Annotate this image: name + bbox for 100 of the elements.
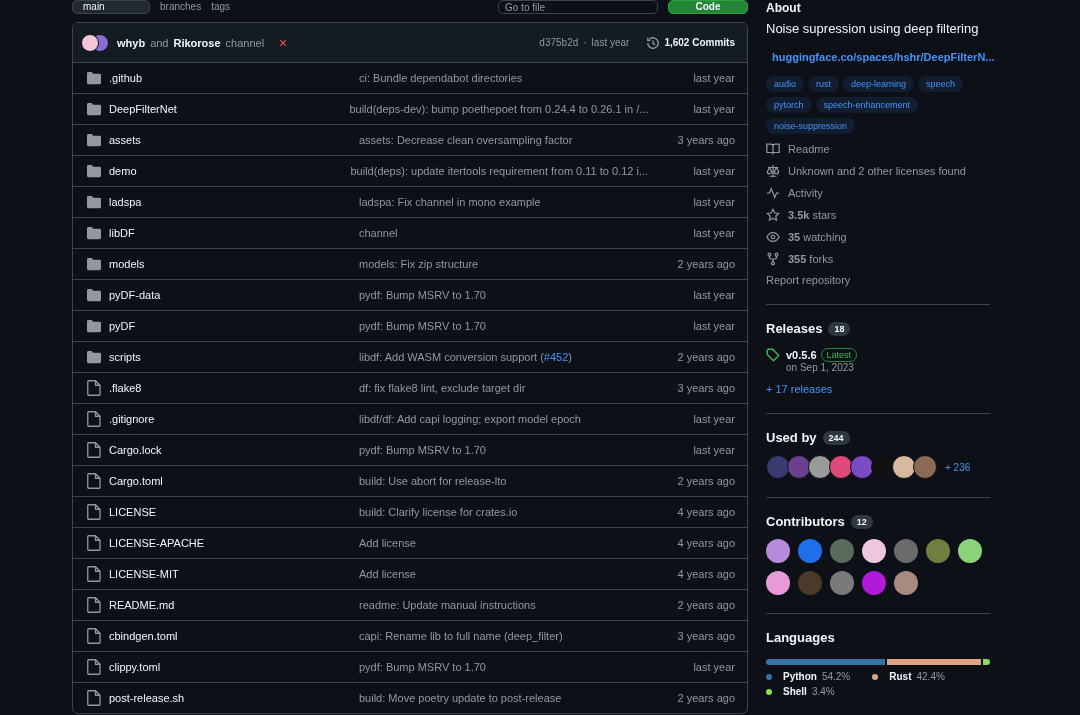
file-name-link[interactable]: clippy.toml bbox=[109, 661, 359, 673]
language-name[interactable]: Rust bbox=[889, 671, 912, 682]
file-name-link[interactable]: models bbox=[109, 258, 359, 270]
folder-icon bbox=[87, 133, 101, 147]
topic-tag[interactable]: speech bbox=[918, 76, 964, 92]
commit-message-link[interactable]: pydf: Bump MSRV to 1.70 bbox=[359, 661, 486, 673]
commit-message-link[interactable]: ladspa: Fix channel in mono example bbox=[359, 196, 541, 208]
file-name-link[interactable]: libDF bbox=[109, 227, 359, 239]
commit-message-link[interactable]: build(deps): update itertools requirement from 0.11 to 0.12 i... bbox=[350, 165, 649, 177]
file-name-link[interactable]: LICENSE-MIT bbox=[109, 568, 359, 580]
stat-link[interactable]: Activity bbox=[788, 187, 823, 199]
topic-tag[interactable]: rust bbox=[808, 76, 840, 92]
commit-message-link[interactable]: pydf: Bump MSRV to 1.70 bbox=[359, 289, 486, 301]
code-button[interactable]: Code bbox=[668, 0, 748, 14]
commit-message-link[interactable]: build: Move poetry update to post-release bbox=[359, 692, 562, 704]
commit-message-link[interactable]: ) bbox=[568, 351, 572, 363]
search-field[interactable]: Go to file bbox=[498, 0, 658, 14]
avatar[interactable] bbox=[862, 539, 886, 563]
avatar[interactable] bbox=[894, 571, 918, 595]
file-name-link[interactable]: ladspa bbox=[109, 196, 359, 208]
commit-message-link[interactable]: build: Clarify license for crates.io bbox=[359, 506, 518, 518]
language-name[interactable]: Python bbox=[783, 671, 817, 682]
commit-message[interactable]: channel bbox=[225, 36, 265, 49]
commits-link[interactable]: 1,602 Commits bbox=[646, 35, 735, 50]
commit-time: 2 years ago bbox=[676, 351, 735, 363]
file-name-link[interactable]: pyDF-data bbox=[109, 289, 359, 301]
tags-link[interactable]: tags bbox=[211, 0, 231, 14]
file-name-link[interactable]: .github bbox=[109, 72, 359, 84]
language-name[interactable]: Shell bbox=[783, 686, 807, 697]
stat-link[interactable]: 355 forks bbox=[788, 253, 834, 265]
commit-sha[interactable]: d375b2d bbox=[539, 37, 579, 48]
commit-message-link[interactable]: readme: Update manual instructions bbox=[359, 599, 536, 611]
commit-message-link[interactable]: channel bbox=[359, 227, 398, 239]
commit-time: last year bbox=[692, 444, 735, 456]
stat-link[interactable]: 35 watching bbox=[788, 231, 847, 243]
releases-link[interactable]: + 17 releases bbox=[766, 383, 990, 395]
commit-message-link[interactable]: df: fix flake8 lint, exclude target dir bbox=[359, 382, 526, 394]
file-name-link[interactable]: Cargo.toml bbox=[109, 475, 359, 487]
report-link[interactable]: Report repository bbox=[766, 274, 990, 286]
branches-link[interactable]: branches bbox=[160, 0, 202, 14]
avatar[interactable] bbox=[808, 455, 832, 479]
file-name-link[interactable]: README.md bbox=[109, 599, 359, 611]
stat-link[interactable]: Unknown and 2 other licenses found bbox=[788, 165, 966, 177]
commit-message-link[interactable]: ci: Bundle dependabot directories bbox=[359, 72, 523, 84]
topic-tag[interactable]: noise-suppression bbox=[766, 118, 856, 134]
commit-message-link[interactable]: Add license bbox=[359, 568, 416, 580]
releases-heading[interactable]: Releases bbox=[766, 321, 823, 336]
commit-time: 3 years ago bbox=[676, 630, 735, 642]
file-name-link[interactable]: assets bbox=[109, 134, 359, 146]
conjunction-text: and bbox=[150, 36, 169, 49]
contributors-heading[interactable]: Contributors bbox=[766, 514, 845, 529]
topic-tag[interactable]: speech-enhancement bbox=[815, 97, 919, 113]
used-by-heading[interactable]: Used by bbox=[766, 430, 817, 445]
author-link[interactable]: whyb bbox=[117, 36, 146, 49]
commit-message-link[interactable]: pydf: Bump MSRV to 1.70 bbox=[359, 444, 486, 456]
avatar[interactable] bbox=[958, 539, 982, 563]
branch-button[interactable]: main bbox=[72, 0, 150, 14]
commit-message-link[interactable]: models: Fix zip structure bbox=[359, 258, 479, 270]
author-link[interactable]: Rikorose bbox=[173, 36, 221, 49]
file-name-link[interactable]: demo bbox=[109, 165, 351, 177]
file-name-link[interactable]: cbindgen.toml bbox=[109, 630, 359, 642]
file-name-link[interactable]: pyDF bbox=[109, 320, 359, 332]
commit-message-link[interactable]: capi: Rename lib to full name (deep_filter) bbox=[359, 630, 563, 642]
topic-tag[interactable]: deep-learning bbox=[843, 76, 915, 92]
commit-message-link[interactable]: assets: Decrease clean oversampling factor bbox=[359, 134, 573, 146]
separator-text: · bbox=[583, 37, 587, 48]
commit-message-link[interactable]: pydf: Bump MSRV to 1.70 bbox=[359, 320, 486, 332]
file-name-link[interactable]: LICENSE-APACHE bbox=[109, 537, 359, 549]
file-name-link[interactable]: post-release.sh bbox=[109, 692, 359, 704]
release-date: on Sep 1, 2023 bbox=[786, 362, 855, 373]
folder-icon bbox=[87, 102, 101, 116]
avatar[interactable] bbox=[81, 33, 99, 52]
avatar[interactable] bbox=[766, 571, 790, 595]
commit-time: last year bbox=[692, 72, 735, 84]
topic-tag[interactable]: pytorch bbox=[766, 97, 812, 113]
stat-link[interactable]: Readme bbox=[788, 143, 830, 155]
file-icon bbox=[87, 659, 101, 675]
file-name-link[interactable]: Cargo.lock bbox=[109, 444, 359, 456]
file-name-link[interactable]: LICENSE bbox=[109, 506, 359, 518]
avatar[interactable] bbox=[892, 455, 916, 479]
file-name-link[interactable]: scripts bbox=[109, 351, 359, 363]
file-name-link[interactable]: .flake8 bbox=[109, 382, 359, 394]
release-link[interactable]: v0.5.6 bbox=[786, 349, 817, 361]
stat-link[interactable]: 3.5k stars bbox=[788, 209, 837, 221]
commit-time: 4 years ago bbox=[676, 568, 735, 580]
commit-message-link[interactable]: libdf/df: Add capi logging; export model epoch bbox=[359, 413, 581, 425]
used-by-more-link[interactable]: + 236 bbox=[945, 461, 971, 473]
status-icon[interactable]: × bbox=[279, 34, 288, 51]
commit-message-link[interactable]: build: Use abort for release-lto bbox=[359, 475, 507, 487]
avatar[interactable] bbox=[871, 455, 895, 479]
topic-tag[interactable]: audio bbox=[766, 76, 805, 92]
homepage-link[interactable]: huggingface.co/spaces/hshr/DeepFilterN... bbox=[772, 51, 995, 63]
file-name-link[interactable]: DeepFilterNet bbox=[109, 103, 350, 115]
commit-message-link[interactable]: Add license bbox=[359, 537, 416, 549]
commit-time: last year bbox=[692, 661, 735, 673]
avatar[interactable] bbox=[766, 539, 790, 563]
commit-message-link[interactable]: build(deps-dev): bump poethepoet from 0.24.4 to 0.26.1 in /... bbox=[349, 103, 649, 115]
commit-message-link[interactable]: libdf: Add WASM conversion support ( bbox=[359, 351, 544, 363]
language-percent: 42.4% bbox=[916, 671, 945, 682]
file-name-link[interactable]: .gitignore bbox=[109, 413, 359, 425]
